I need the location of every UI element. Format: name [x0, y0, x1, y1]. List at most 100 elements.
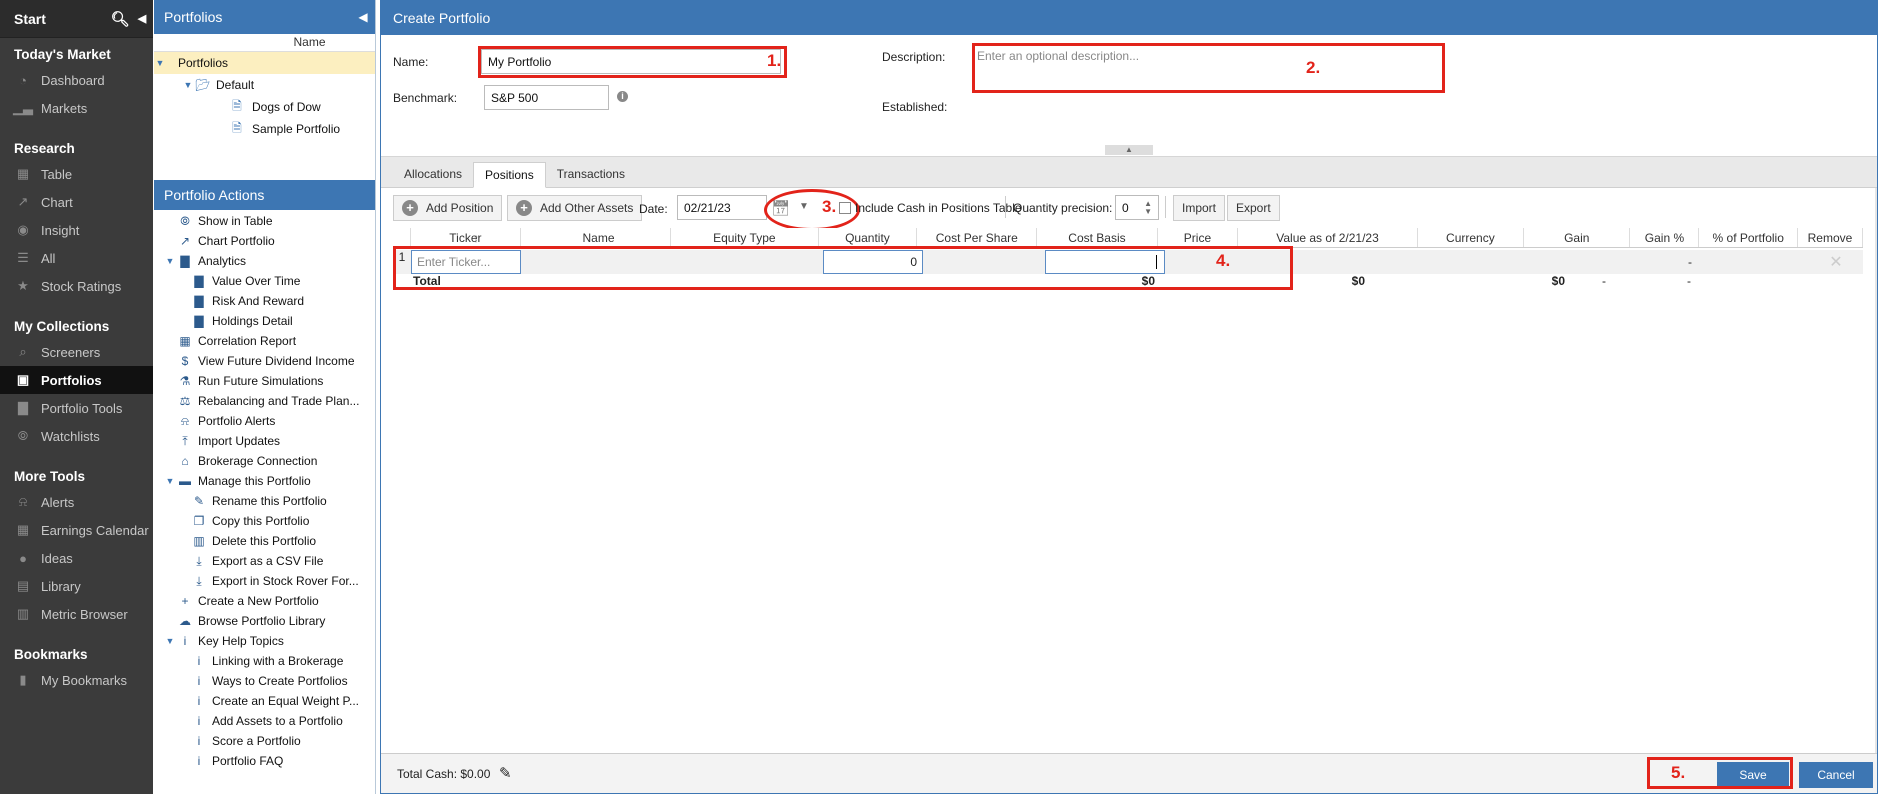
include-cash-checkbox[interactable]: [839, 202, 851, 214]
tree-folder-default[interactable]: ▼ 📂︎ Default: [154, 74, 375, 96]
tree-root-portfolios[interactable]: ▼ Portfolios: [154, 52, 375, 74]
action-browse-portfolio-library[interactable]: ☁ Browse Portfolio Library: [154, 611, 375, 631]
nav-item-watchlists[interactable]: ⦾ Watchlists: [0, 422, 153, 450]
action-holdings-detail[interactable]: ▇ Holdings Detail: [154, 311, 375, 331]
action-add-assets-to-a-portfolio[interactable]: i Add Assets to a Portfolio: [154, 711, 375, 731]
stepper-arrows-icon[interactable]: ▲ ▼: [1144, 199, 1152, 216]
nav-item-label: Chart: [41, 194, 73, 210]
nav-item-all[interactable]: ☰ All: [0, 244, 153, 272]
action-analytics[interactable]: ▼ ▇ Analytics: [154, 251, 375, 271]
nav-item-chart[interactable]: ↗ Chart: [0, 188, 153, 216]
tree-item-dogs-of-dow[interactable]: 🗎︎ Dogs of Dow: [154, 96, 375, 118]
action-chart-portfolio[interactable]: ↗ Chart Portfolio: [154, 231, 375, 251]
nav-item-stock-ratings[interactable]: ★ Stock Ratings: [0, 272, 153, 300]
nav-item-label: Portfolio Tools: [41, 400, 123, 416]
collapse-panel-icon[interactable]: ◀: [351, 10, 375, 24]
nav-item-insight[interactable]: ◉ Insight: [0, 216, 153, 244]
action-portfolio-alerts[interactable]: ⍾ Portfolio Alerts: [154, 411, 375, 431]
column-header-price[interactable]: Price: [1158, 228, 1239, 247]
action-brokerage-connection[interactable]: ⌂ Brokerage Connection: [154, 451, 375, 471]
expand-icon[interactable]: ▼: [164, 636, 176, 646]
date-input[interactable]: 02/21/23: [677, 195, 767, 220]
action-ways-to-create-portfolios[interactable]: i Ways to Create Portfolios: [154, 671, 375, 691]
action-portfolio-faq[interactable]: i Portfolio FAQ: [154, 751, 375, 771]
nav-item-earnings-calendar[interactable]: ▦ Earnings Calendar: [0, 516, 153, 544]
action-manage-this-portfolio[interactable]: ▼ ▬ Manage this Portfolio: [154, 471, 375, 491]
remove-icon[interactable]: ✕: [1813, 251, 1859, 273]
column-header-equity-type[interactable]: Equity Type: [671, 228, 819, 247]
column-header-cost-per-share[interactable]: Cost Per Share: [917, 228, 1038, 247]
info-icon[interactable]: i: [617, 91, 628, 102]
column-header-ticker[interactable]: Ticker: [411, 228, 522, 247]
column-header-cost-basis[interactable]: Cost Basis: [1037, 228, 1158, 247]
nav-item-portfolios[interactable]: ▣ Portfolios: [0, 366, 153, 394]
scrollbar[interactable]: [1875, 188, 1877, 754]
nav-item-portfolio-tools[interactable]: ▇ Portfolio Tools: [0, 394, 153, 422]
column-header--of-portfolio[interactable]: % of Portfolio: [1699, 228, 1798, 247]
action-delete-this-portfolio[interactable]: ▥ Delete this Portfolio: [154, 531, 375, 551]
action-run-future-simulations[interactable]: ⚗ Run Future Simulations: [154, 371, 375, 391]
action-create-a-new-portfolio[interactable]: + Create a New Portfolio: [154, 591, 375, 611]
include-cash-label[interactable]: Include Cash in Positions Table: [855, 201, 1022, 215]
action-value-over-time[interactable]: ▇ Value Over Time: [154, 271, 375, 291]
add-position-button[interactable]: + Add Position: [393, 195, 503, 221]
expand-icon[interactable]: ▼: [164, 476, 176, 486]
column-header-remove[interactable]: Remove: [1798, 228, 1863, 247]
action-rename-this-portfolio[interactable]: ✎ Rename this Portfolio: [154, 491, 375, 511]
action-show-in-table[interactable]: ⦾ Show in Table: [154, 211, 375, 231]
search-icon[interactable]: 🔍︎: [109, 10, 131, 28]
column-header-gain[interactable]: Gain: [1524, 228, 1631, 247]
action-export-in-stock-rover-for[interactable]: ⤓ Export in Stock Rover For...: [154, 571, 375, 591]
nav-item-screeners[interactable]: ⌕ Screeners: [0, 338, 153, 366]
nav-item-my-bookmarks[interactable]: ▮ My Bookmarks: [0, 666, 153, 694]
import-button[interactable]: Import: [1173, 195, 1226, 221]
nav-item-dashboard[interactable]: ◔ Dashboard: [0, 66, 153, 94]
column-header-currency[interactable]: Currency: [1418, 228, 1525, 247]
splitter-handle[interactable]: ▲: [1105, 145, 1153, 155]
expand-icon[interactable]: ▼: [154, 58, 166, 68]
column-header-value-as-of-2-21-23[interactable]: Value as of 2/21/23: [1238, 228, 1418, 247]
nav-item-ideas[interactable]: ● Ideas: [0, 544, 153, 572]
action-view-future-dividend-income[interactable]: $ View Future Dividend Income: [154, 351, 375, 371]
tab-allocations[interactable]: Allocations: [393, 161, 473, 187]
action-export-as-a-csv-file[interactable]: ⤓ Export as a CSV File: [154, 551, 375, 571]
action-import-updates[interactable]: ⤒ Import Updates: [154, 431, 375, 451]
export-button[interactable]: Export: [1227, 195, 1280, 221]
action-score-a-portfolio[interactable]: i Score a Portfolio: [154, 731, 375, 751]
quantity-precision-stepper[interactable]: 0 ▲ ▼: [1115, 195, 1159, 220]
benchmark-input[interactable]: S&P 500: [484, 85, 609, 110]
tab-positions[interactable]: Positions: [473, 162, 546, 188]
add-other-assets-button[interactable]: + Add Other Assets: [507, 195, 643, 221]
nav-item-metric-browser[interactable]: ▥ Metric Browser: [0, 600, 153, 628]
action-copy-this-portfolio[interactable]: ❐ Copy this Portfolio: [154, 511, 375, 531]
nav-item-markets[interactable]: ▁▃ Markets: [0, 94, 153, 122]
nav-item-label: All: [41, 250, 56, 266]
action-key-help-topics[interactable]: ▼ i Key Help Topics: [154, 631, 375, 651]
add-other-assets-label: Add Other Assets: [540, 201, 634, 215]
column-header-gain[interactable]: Gain %: [1630, 228, 1700, 247]
start-label[interactable]: Start: [14, 11, 46, 27]
nav-item-alerts[interactable]: ⍾ Alerts: [0, 488, 153, 516]
dashboard-icon: ◔: [19, 72, 27, 88]
action-correlation-report[interactable]: ▦ Correlation Report: [154, 331, 375, 351]
action-risk-and-reward[interactable]: ▇ Risk And Reward: [154, 291, 375, 311]
action-label: Delete this Portfolio: [212, 534, 317, 548]
expand-icon[interactable]: ▼: [164, 256, 176, 266]
collapse-left-icon[interactable]: ◀: [131, 12, 153, 25]
nav-item-label: Insight: [41, 222, 80, 238]
tree-column-header[interactable]: Name: [154, 34, 375, 52]
nav-item-table[interactable]: ▦ Table: [0, 160, 153, 188]
sort-ascending-icon[interactable]: ↑: [473, 228, 479, 247]
plus-icon: +: [402, 200, 418, 216]
action-rebalancing-and-trade-plan[interactable]: ⚖ Rebalancing and Trade Plan...: [154, 391, 375, 411]
action-linking-with-a-brokerage[interactable]: i Linking with a Brokerage: [154, 651, 375, 671]
edit-icon[interactable]: ✎: [499, 764, 512, 782]
tab-transactions[interactable]: Transactions: [546, 161, 636, 187]
expand-icon[interactable]: ▼: [182, 80, 194, 90]
action-create-an-equal-weight-p[interactable]: i Create an Equal Weight P...: [154, 691, 375, 711]
cancel-button[interactable]: Cancel: [1799, 762, 1873, 788]
column-header-quantity[interactable]: Quantity: [819, 228, 918, 247]
column-header-name[interactable]: Name: [527, 228, 671, 247]
nav-item-library[interactable]: ▤ Library: [0, 572, 153, 600]
tree-item-sample-portfolio[interactable]: 🗎︎ Sample Portfolio: [154, 118, 375, 140]
